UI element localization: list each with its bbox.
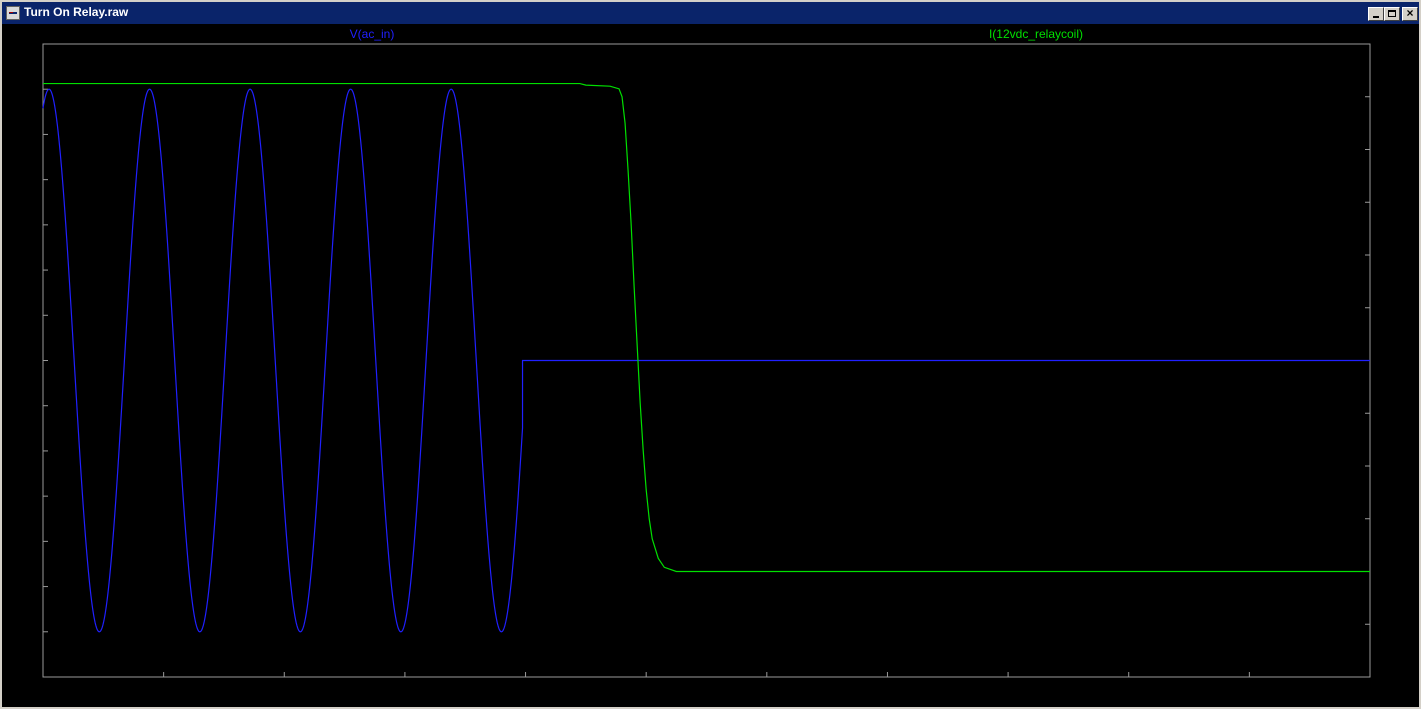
maximize-icon xyxy=(1388,10,1396,17)
right-tick-label: 7mA xyxy=(1390,195,1415,209)
left-tick-label: -6V xyxy=(20,489,39,503)
right-tick-label: 0mA xyxy=(1390,565,1415,579)
left-tick-label: 2V xyxy=(24,308,39,322)
left-tick-label: 6V xyxy=(24,218,39,232)
plot-pane[interactable]: 5.92s 5.94s 5.96s 5.98s 6.00s 6.02s 6.04s 6.06s… xyxy=(2,24,1419,707)
close-button[interactable]: × xyxy=(1402,6,1418,21)
maximize-button[interactable] xyxy=(1384,7,1400,21)
left-tick-label: 12V xyxy=(18,82,39,96)
left-tick-label: 14V xyxy=(18,37,39,51)
right-tick-label: 2mA xyxy=(1390,459,1415,473)
left-tick-label: 10V xyxy=(18,127,39,141)
right-tick-label: 10mA xyxy=(1384,37,1415,51)
x-tick-label: 5.98s xyxy=(390,686,419,700)
x-tick-label: 5.94s xyxy=(149,686,178,700)
series-layer xyxy=(42,82,1370,633)
left-tick-label: 4V xyxy=(24,263,39,277)
left-tick-label: -2V xyxy=(20,399,39,413)
minimize-icon xyxy=(1373,16,1379,18)
x-axis: 5.92s 5.94s 5.96s 5.98s 6.00s 6.02s 6.04s 6.06s… xyxy=(28,672,1385,700)
window-title: Turn On Relay.raw xyxy=(24,5,129,19)
right-tick-label: -2mA xyxy=(1386,670,1415,684)
right-tick-label: 4mA xyxy=(1390,354,1415,368)
right-tick-label: -1mA xyxy=(1386,617,1415,631)
waveform-window: Turn On Relay.raw × 5.92s 5.94s 5.96s 5.98s… xyxy=(0,0,1421,709)
x-tick-label: 6.00s xyxy=(511,686,540,700)
series-label-v-ac-in[interactable]: V(ac_in) xyxy=(350,27,395,41)
left-tick-label: -8V xyxy=(20,534,39,548)
series-line-v-ac-in xyxy=(42,88,1370,633)
right-tick-label: 3mA xyxy=(1390,406,1415,420)
right-tick-label: 1mA xyxy=(1390,512,1415,526)
right-tick-label: 9mA xyxy=(1390,90,1415,104)
minimize-button[interactable] xyxy=(1368,7,1384,21)
right-tick-label: 6mA xyxy=(1390,248,1415,262)
title-bar[interactable]: Turn On Relay.raw × xyxy=(2,2,1419,24)
right-tick-label: 8mA xyxy=(1390,143,1415,157)
waveform-chart[interactable]: 5.92s 5.94s 5.96s 5.98s 6.00s 6.02s 6.04s 6.06s… xyxy=(2,24,1419,707)
left-tick-label: -14V xyxy=(14,670,39,684)
series-label-i-relaycoil[interactable]: I(12vdc_relaycoil) xyxy=(989,27,1083,41)
x-tick-label: 6.08s xyxy=(993,686,1022,700)
close-icon: × xyxy=(1406,6,1414,20)
right-tick-label: 5mA xyxy=(1390,301,1415,315)
left-tick-label: -12V xyxy=(14,625,39,639)
x-tick-label: 5.92s xyxy=(28,686,57,700)
right-y-axis: 10mA 9mA 8mA 7mA 6mA 5mA 4mA 3mA 2mA 1mA 0mA -1mA -2… xyxy=(1365,37,1415,684)
left-tick-label: -10V xyxy=(14,580,39,594)
left-tick-label: 8V xyxy=(24,173,39,187)
series-line-i-relaycoil xyxy=(43,82,1370,573)
x-tick-label: 6.10s xyxy=(1114,686,1143,700)
x-tick-label: 6.04s xyxy=(752,686,781,700)
left-tick-label: -4V xyxy=(20,444,39,458)
x-tick-label: 6.06s xyxy=(873,686,902,700)
x-tick-label: 6.02s xyxy=(632,686,661,700)
x-tick-label: 6.14s xyxy=(1355,686,1384,700)
waveform-viewer-icon[interactable] xyxy=(6,6,20,20)
x-tick-label: 5.96s xyxy=(270,686,299,700)
left-tick-label: 0V xyxy=(24,354,39,368)
x-tick-label: 6.12s xyxy=(1235,686,1264,700)
